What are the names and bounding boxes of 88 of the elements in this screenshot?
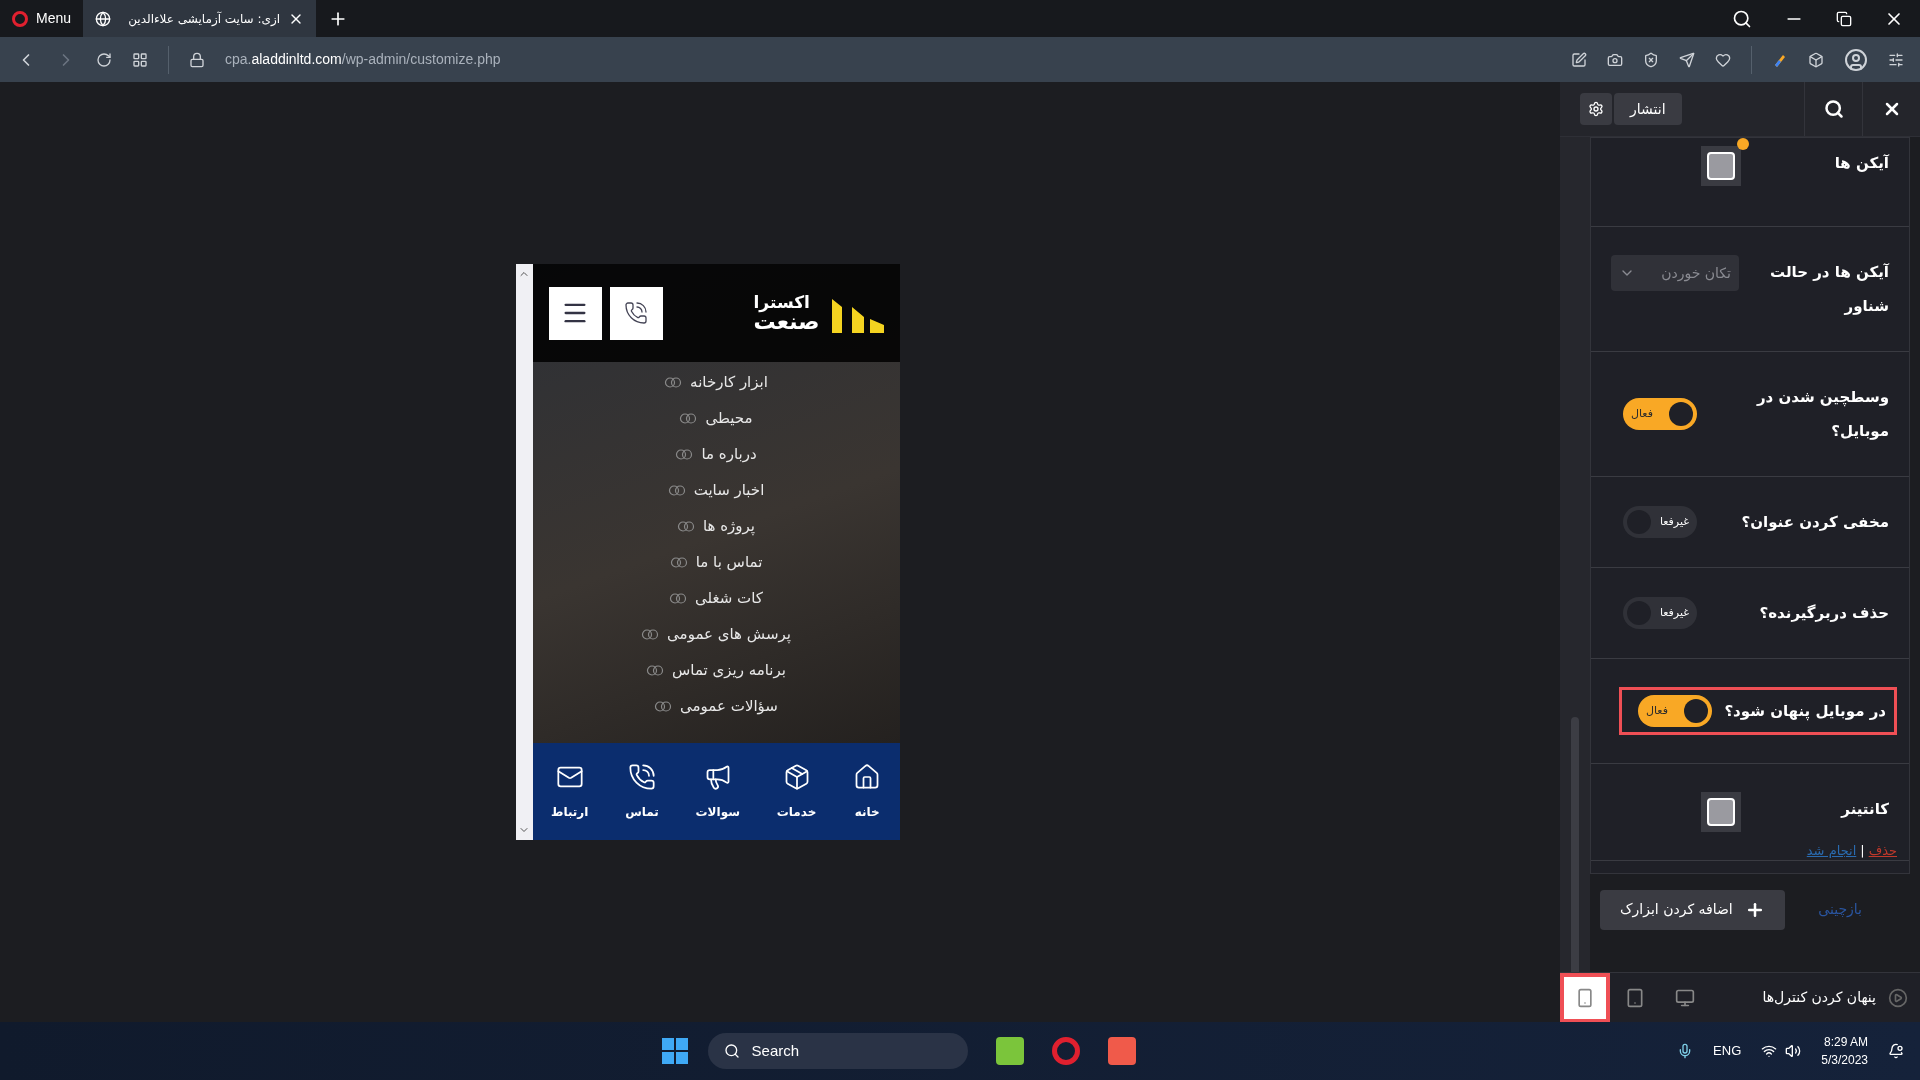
phone-icon bbox=[627, 762, 656, 791]
toggle-switch[interactable]: فعال bbox=[1638, 695, 1712, 727]
settings-icon bbox=[1588, 101, 1604, 117]
color-swatch-button[interactable] bbox=[1701, 146, 1741, 186]
control-label: آیکن ها bbox=[1834, 153, 1889, 174]
clock-time[interactable]: 8:29 AM bbox=[1823, 1033, 1868, 1051]
play-icon bbox=[1888, 987, 1908, 1008]
control-label: کانتینر bbox=[1841, 799, 1889, 820]
camera-icon[interactable] bbox=[1607, 51, 1623, 68]
clock-date[interactable]: 5/3/2023 bbox=[1821, 1051, 1868, 1069]
color-swatch bbox=[1707, 798, 1735, 826]
notification-icon[interactable] bbox=[1888, 1043, 1904, 1059]
link-icon bbox=[676, 520, 695, 532]
link-icon bbox=[669, 556, 688, 568]
wifi-icon[interactable] bbox=[1761, 1043, 1778, 1059]
toggle-switch[interactable]: غیرفعا bbox=[1623, 597, 1697, 629]
select-field[interactable]: تکان خوردن bbox=[1611, 255, 1739, 291]
menu-link[interactable]: ابزار کارخانه bbox=[690, 370, 768, 394]
settings-icon[interactable] bbox=[1888, 51, 1904, 68]
toggle-switch[interactable]: غیرفعا bbox=[1623, 506, 1697, 538]
browser-menu-button[interactable]: Menu bbox=[0, 0, 84, 37]
nav-item[interactable]: خانه bbox=[853, 762, 882, 821]
menu-link[interactable]: پرسش های عمومی bbox=[667, 622, 791, 646]
link-icon bbox=[679, 412, 698, 424]
heart-icon[interactable] bbox=[1715, 51, 1731, 68]
link-icon bbox=[664, 376, 683, 388]
menu-link[interactable]: کات شغلی bbox=[695, 586, 763, 610]
call-button[interactable] bbox=[609, 286, 663, 340]
menu-link[interactable]: پروژه ها bbox=[702, 514, 755, 538]
address-field[interactable]: cpa.aladdinltd.com/wp-admin/customize.php bbox=[225, 49, 501, 70]
windows-logo-icon[interactable] bbox=[661, 1038, 688, 1064]
grid-icon[interactable] bbox=[132, 51, 148, 68]
app-icon[interactable] bbox=[995, 1037, 1024, 1065]
lock-icon bbox=[189, 51, 205, 68]
control-label: آیکن ها در حالت شناور bbox=[1769, 262, 1889, 317]
color-swatch-button[interactable] bbox=[1701, 792, 1741, 832]
control-label: حذف دربرگیرنده؟ bbox=[1759, 603, 1889, 624]
menu-link[interactable]: برنامه ریزی تماس bbox=[672, 658, 786, 682]
opera-icon[interactable] bbox=[1051, 1037, 1080, 1065]
globe-icon bbox=[95, 10, 112, 27]
phone-icon bbox=[624, 301, 648, 325]
link-icon bbox=[641, 628, 660, 640]
desktop-icon bbox=[1675, 987, 1695, 1008]
restore-icon[interactable] bbox=[1836, 10, 1852, 27]
nav-item[interactable]: تماس bbox=[625, 762, 659, 821]
tablet-icon bbox=[1625, 987, 1645, 1008]
search-icon[interactable] bbox=[1732, 8, 1752, 29]
nav-item[interactable]: سوالات bbox=[695, 762, 740, 821]
publish-button[interactable]: انتشار bbox=[1614, 93, 1682, 125]
search-icon bbox=[723, 1043, 740, 1059]
settings-button[interactable] bbox=[1580, 93, 1612, 125]
color-swatch bbox=[1707, 152, 1735, 180]
menu-link[interactable]: تماس با ما bbox=[695, 550, 763, 574]
link-icon bbox=[667, 484, 686, 496]
taskbar-search[interactable]: Search bbox=[707, 1033, 968, 1069]
shield-icon[interactable] bbox=[1643, 51, 1659, 68]
control-label: مخفی کردن عنوان؟ bbox=[1741, 512, 1889, 533]
app-icon[interactable] bbox=[1107, 1037, 1136, 1065]
avatar-icon[interactable] bbox=[1844, 47, 1868, 72]
hamburger-button[interactable] bbox=[548, 286, 602, 340]
search-icon bbox=[1823, 99, 1844, 119]
scrollbar-thumb[interactable] bbox=[1571, 717, 1579, 972]
link-separator: | bbox=[1860, 842, 1865, 860]
menu-link[interactable]: اخبار سایت bbox=[693, 478, 765, 502]
toggle-switch[interactable]: فعال bbox=[1623, 398, 1697, 430]
send-icon[interactable] bbox=[1679, 51, 1695, 68]
mobile-icon bbox=[1575, 987, 1595, 1008]
nav-item[interactable]: خدمات bbox=[776, 762, 817, 821]
reload-icon[interactable] bbox=[96, 51, 112, 68]
browser-tab[interactable]: ازی: سایت آزمایشی علاءالدین bbox=[83, 0, 317, 37]
device-button[interactable] bbox=[1560, 972, 1610, 1022]
menu-link[interactable]: سؤالات عمومی bbox=[680, 694, 778, 718]
pen-icon[interactable] bbox=[1571, 51, 1587, 68]
language-indicator[interactable]: ENG bbox=[1713, 1041, 1742, 1061]
link-icon bbox=[675, 448, 694, 460]
cube-icon[interactable] bbox=[1808, 51, 1824, 68]
control-label: وسطچین شدن در موبایل؟ bbox=[1755, 387, 1889, 442]
volume-icon[interactable] bbox=[1785, 1043, 1802, 1059]
link-icon bbox=[654, 700, 673, 712]
link-icon bbox=[646, 664, 664, 676]
menu-link[interactable]: محیطی bbox=[705, 406, 753, 430]
add-widget-button[interactable]: اضافه کردن ابزارک bbox=[1600, 889, 1785, 930]
logo-text: اکسترا bbox=[753, 293, 810, 311]
link-icon bbox=[669, 592, 688, 604]
menu-link[interactable]: درباره ما bbox=[701, 442, 757, 466]
nav-item[interactable]: ارتباط bbox=[550, 762, 589, 821]
hide-controls-button[interactable]: پنهان کردن کنترل‌ها bbox=[1762, 987, 1908, 1008]
control-label: در موبایل پنهان شود؟ bbox=[1724, 701, 1886, 723]
